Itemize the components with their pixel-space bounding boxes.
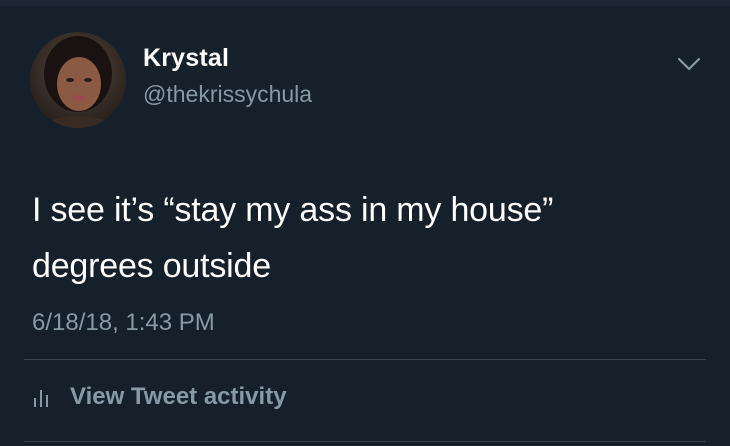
author-name[interactable]: Krystal [143, 44, 229, 73]
tweet-text: I see it’s “stay my ass in my house” deg… [32, 182, 712, 294]
avatar-image [30, 32, 126, 128]
tweet-text-line-2: degrees outside [32, 247, 271, 285]
divider-bottom [24, 441, 706, 442]
author-handle[interactable]: @thekrissychula [143, 81, 312, 108]
tweet-timestamp[interactable]: 6/18/18, 1:43 PM [32, 309, 215, 337]
bar-chart-icon [30, 385, 54, 409]
activity-label: View Tweet activity [70, 383, 287, 410]
tweet-text-line-1: I see it’s “stay my ass in my house” [32, 191, 554, 229]
avatar[interactable] [30, 32, 126, 128]
view-tweet-activity-link[interactable]: View Tweet activity [30, 380, 287, 414]
chevron-down-icon[interactable] [676, 54, 702, 74]
tweet-card: Krystal @thekrissychula I see it’s “stay… [0, 6, 730, 446]
divider [24, 359, 706, 360]
